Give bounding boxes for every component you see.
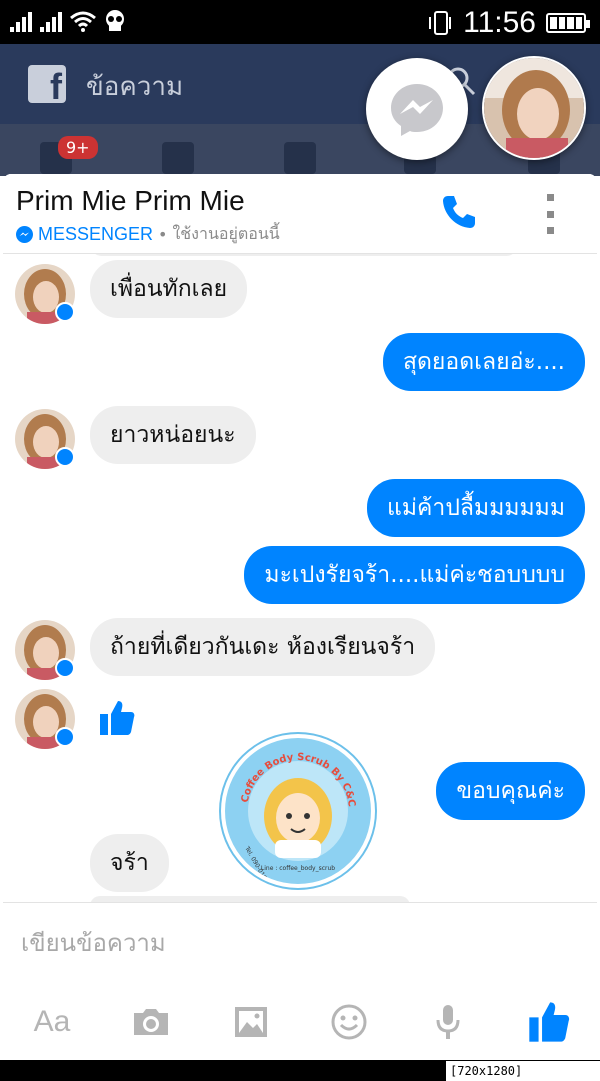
text-format-button[interactable]: Aa	[28, 998, 76, 1046]
gallery-icon	[235, 1007, 267, 1037]
clock: 11:56	[463, 6, 536, 39]
status-separator: •	[158, 225, 168, 244]
message-bubble-outgoing[interactable]: ขอบคุณค่ะ	[436, 762, 585, 820]
contact-status-line: MESSENGER • ใช้งานอยู่ตอนนี้	[16, 222, 280, 247]
like-icon[interactable]	[98, 699, 136, 737]
notification-badge: 9+	[58, 136, 98, 159]
phone-call-icon[interactable]	[439, 192, 479, 232]
coffee-scrub-sticker[interactable]: Coffee Body Scrub By C&C Line : coffee_b…	[221, 734, 375, 888]
more-options-icon[interactable]	[543, 194, 557, 234]
image-watermark: [720x1280] http://upic.me/	[446, 1061, 600, 1081]
message-bubble-outgoing[interactable]: มะเปงรัยจร้า....แม่ค่ะชอบบบบ	[244, 546, 585, 604]
send-like-button[interactable]	[525, 998, 573, 1046]
messenger-small-icon	[16, 226, 33, 243]
signal-icon-2	[40, 10, 62, 32]
message-bubble-incoming[interactable]: ถ้ายที่เดียวกันเดะ ห้องเรียนจร้า	[90, 618, 436, 676]
microphone-icon	[436, 1005, 460, 1039]
facebook-header-title: ข้อความ	[86, 72, 184, 102]
sticker-line: Line : coffee_body_scrub	[261, 865, 335, 872]
messenger-badge-icon	[55, 447, 75, 467]
battery-icon	[546, 13, 590, 33]
skull-icon	[106, 10, 124, 31]
messenger-badge-icon	[55, 727, 75, 747]
facebook-logo-icon: f	[28, 65, 66, 103]
status-bar: 11:56	[0, 0, 600, 44]
messenger-badge-icon	[55, 658, 75, 678]
message-bubble-incoming[interactable]: ยาวหน่อยนะ	[90, 406, 256, 464]
signal-icon	[10, 10, 32, 32]
vibrate-icon	[429, 11, 452, 35]
message-bubble-incoming[interactable]: เพื่อนทักเลย	[90, 260, 248, 318]
message-bubble-incoming[interactable]: จร้า	[90, 834, 169, 892]
profile-chat-head[interactable]	[482, 56, 586, 160]
camera-icon	[134, 1009, 168, 1035]
emoji-icon	[331, 1004, 367, 1040]
contact-name[interactable]: Prim Mie Prim Mie	[16, 185, 245, 217]
status-icons-left	[10, 10, 126, 32]
like-icon	[529, 1002, 570, 1042]
active-status: ใช้งานอยู่ตอนนี้	[172, 224, 280, 243]
message-input[interactable]	[21, 919, 561, 967]
camera-button[interactable]	[127, 998, 175, 1046]
chat-header: Prim Mie Prim Mie MESSENGER • ใช้งานอยู่…	[3, 174, 597, 254]
emoji-button[interactable]	[325, 998, 373, 1046]
chat-window: Prim Mie Prim Mie MESSENGER • ใช้งานอยู่…	[3, 174, 597, 1060]
wifi-icon	[70, 11, 96, 32]
composer-toolbar: Aa	[3, 982, 597, 1060]
messenger-icon	[391, 84, 443, 136]
message-bubble-outgoing[interactable]: สุดยอดเลยอ่ะ....	[382, 333, 585, 391]
tab-messages[interactable]	[284, 142, 316, 174]
messenger-chat-head[interactable]	[366, 58, 468, 160]
message-bubble-outgoing[interactable]: แม่ค้าปลื้มมมมมม	[367, 479, 585, 537]
microphone-button[interactable]	[424, 998, 472, 1046]
platform-label: MESSENGER	[38, 224, 154, 244]
messenger-badge-icon	[55, 302, 75, 322]
gallery-button[interactable]	[227, 998, 275, 1046]
tab-friend-requests[interactable]	[162, 142, 194, 174]
profile-photo	[484, 58, 584, 158]
status-icons-right: 11:56	[427, 6, 590, 40]
text-format-label: Aa	[33, 1005, 71, 1038]
composer	[3, 902, 597, 982]
